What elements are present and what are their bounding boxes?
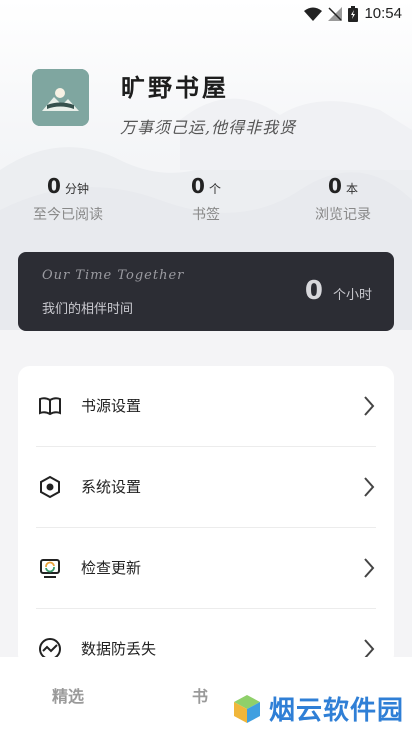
reading-stats: 0 分钟 至今已阅读 0个 书签 0本 浏览记录 (0, 174, 412, 234)
banner-title-cn: 我们的相伴时间 (42, 302, 134, 317)
menu-item-label: 书源设置 (81, 397, 142, 415)
stat-value: 0 (191, 174, 205, 198)
settings-menu: 书源设置 系统设置 检查更新 数据防丢失 (18, 366, 394, 666)
watermark: 烟云软件园 (231, 690, 404, 727)
no-signal-icon (328, 6, 343, 21)
app-name: 旷野书屋 (121, 73, 229, 102)
book-icon (39, 397, 61, 416)
chevron-right-icon (364, 477, 375, 497)
status-time: 10:54 (364, 5, 402, 22)
tab-featured[interactable]: 精选 (52, 683, 84, 707)
chevron-right-icon (364, 396, 375, 416)
stat-value: 0 (47, 174, 61, 198)
stat-label: 书签 (192, 207, 220, 223)
menu-item-label: 检查更新 (81, 559, 142, 577)
menu-item-system-settings[interactable]: 系统设置 (18, 447, 394, 527)
stat-reading-time[interactable]: 0 分钟 至今已阅读 (8, 174, 128, 224)
menu-item-label: 数据防丢失 (81, 640, 157, 658)
time-together-banner: Our Time Together 我们的相伴时间 0 个小时 (18, 252, 394, 331)
stat-unit: 分钟 (64, 182, 89, 196)
banner-title-en: Our Time Together (42, 268, 185, 283)
stat-value: 0 (328, 174, 342, 198)
hours-value: 0 (304, 276, 323, 306)
tab-bookshelf[interactable]: 书 (192, 683, 208, 707)
settings-hex-icon (40, 475, 60, 499)
update-icon (40, 559, 60, 578)
stat-history[interactable]: 0本 浏览记录 (283, 174, 403, 224)
menu-item-label: 系统设置 (81, 478, 142, 496)
chevron-right-icon (364, 558, 375, 578)
stat-bookmarks[interactable]: 0个 书签 (146, 174, 266, 224)
stat-unit: 个 (208, 182, 221, 196)
menu-item-book-source[interactable]: 书源设置 (18, 366, 394, 446)
watermark-text: 烟云软件园 (268, 696, 404, 726)
wifi-icon (304, 7, 323, 21)
cube-logo-icon (233, 694, 260, 723)
stat-label: 浏览记录 (315, 207, 371, 223)
stat-label: 至今已阅读 (33, 207, 103, 223)
status-bar: 10:54 (0, 0, 412, 28)
battery-icon (348, 5, 359, 22)
app-logo (32, 69, 89, 126)
app-slogan: 万事须己运,他得非我贤 (120, 118, 297, 137)
menu-item-check-update[interactable]: 检查更新 (18, 528, 394, 608)
hours-unit: 个小时 (332, 288, 372, 303)
stat-unit: 本 (345, 182, 358, 196)
